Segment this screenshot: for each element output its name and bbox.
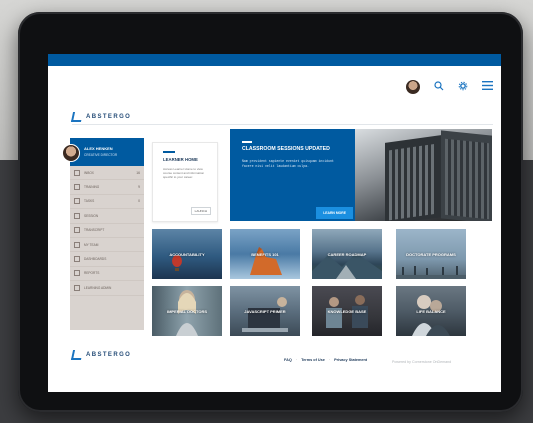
tile-label: CAREER ROADMAP <box>327 252 367 257</box>
meeting-people-image <box>326 295 368 328</box>
course-tile-career-roadmap[interactable]: CAREER ROADMAP <box>312 229 382 279</box>
sidebar-item-label: MY TEAM <box>84 242 99 247</box>
people-silhouettes-image <box>396 266 466 279</box>
footer-separator: · <box>328 358 331 362</box>
tile-label: KNOWLEDGE BASE <box>327 309 367 314</box>
top-brand-bar <box>48 54 501 66</box>
brand-logo[interactable]: ABSTERGO <box>70 112 132 122</box>
footer-brand-name: ABSTERGO <box>86 352 132 358</box>
tile-label: ACCOUNTABILITY <box>169 252 205 257</box>
sidebar-item-label: REPORTS <box>84 271 100 276</box>
sidebar-item-count: 16 <box>136 170 140 175</box>
terms-of-use-link[interactable]: Terms of Use <box>301 358 325 362</box>
sidebar-item-label: SESSION <box>84 213 99 218</box>
tile-label: DOCTORATE PROGRAMS <box>406 252 456 257</box>
tile-label: JAVASCRIPT PRIMER <box>244 309 286 314</box>
training-icon <box>74 184 80 191</box>
tile-label: BENEFITS 101 <box>251 252 279 257</box>
sidebar-item-label: TRANSCRIPT <box>84 228 105 233</box>
dashboard-icon <box>74 256 80 263</box>
admin-icon <box>74 284 80 291</box>
sidebar-item-label: DASHBOARDS <box>84 257 107 262</box>
course-tile-doctorate-programs[interactable]: DOCTORATE PROGRAMS <box>396 229 466 279</box>
footer-logo[interactable]: ABSTERGO <box>70 350 132 360</box>
hero-banner: CLASSROOM SESSIONS UPDATED Nam provident… <box>230 129 492 221</box>
faq-link[interactable]: FAQ <box>284 358 292 362</box>
sidebar-item-inbox[interactable]: INBOX 16 <box>70 166 144 181</box>
sidebar-item-learning-admin[interactable]: LEARNING ADMIN <box>70 281 144 296</box>
user-name: ALEX HENKEN <box>84 146 113 151</box>
screen: ABSTERGO ALEX HENKEN CREATIVE DIRECTOR I… <box>48 54 501 392</box>
header-divider <box>72 124 493 125</box>
sidebar-item-my-team[interactable]: MY TEAM <box>70 238 144 253</box>
accent-bar <box>242 141 252 143</box>
sidebar-item-reports[interactable]: REPORTS <box>70 267 144 282</box>
sidebar-item-count: 0 <box>138 199 140 204</box>
sidebar-item-label: TASKS <box>84 199 95 204</box>
learner-home-title: LEARNER HOME <box>163 157 198 162</box>
header-actions <box>406 76 493 98</box>
menu-icon[interactable] <box>482 81 493 93</box>
sidebar-item-training[interactable]: TRAINING 9 <box>70 180 144 195</box>
hero-building-image <box>355 129 492 221</box>
logo-mark-icon <box>70 350 84 360</box>
gear-icon[interactable] <box>458 81 468 94</box>
learner-home-description: Access Learner Home to view course conte… <box>163 167 205 180</box>
footer-separator: · <box>295 358 298 362</box>
accent-bar <box>163 151 175 153</box>
footer-links: FAQ · Terms of Use · Privacy Statement <box>284 358 367 362</box>
tablet-frame: ABSTERGO ALEX HENKEN CREATIVE DIRECTOR I… <box>18 12 523 412</box>
hero-description: Nam provident sapiente eveniet quisquam … <box>242 159 334 168</box>
user-avatar-large <box>62 144 80 162</box>
inbox-icon <box>74 169 80 176</box>
sidebar-item-count: 9 <box>138 185 140 190</box>
tile-label: LIFE BALANCE <box>416 309 446 314</box>
course-tile-imperial-doctors[interactable]: IMPERIAL DOCTORS <box>152 286 222 336</box>
privacy-statement-link[interactable]: Privacy Statement <box>334 358 367 362</box>
hero-panel: CLASSROOM SESSIONS UPDATED Nam provident… <box>230 129 355 221</box>
fox-image <box>250 247 282 275</box>
launch-button[interactable]: LAUNCH <box>190 207 211 215</box>
search-icon[interactable] <box>434 80 444 94</box>
sidebar-item-dashboards[interactable]: DASHBOARDS <box>70 252 144 267</box>
tasks-icon <box>74 198 80 205</box>
balloon-icon <box>172 255 182 271</box>
sidebar-item-label: LEARNING ADMIN <box>84 285 112 290</box>
tile-label: IMPERIAL DOCTORS <box>166 309 208 314</box>
logo-mark-icon <box>70 112 84 122</box>
laptop-workspace-image <box>242 297 288 332</box>
user-title: CREATIVE DIRECTOR <box>84 153 118 157</box>
sidebar-item-transcript[interactable]: TRANSCRIPT <box>70 224 144 238</box>
course-tile-accountability[interactable]: ACCOUNTABILITY <box>152 229 222 279</box>
powered-by-text: Powered by Cornerstone OnDemand <box>392 360 452 364</box>
brand-name: ABSTERGO <box>86 114 132 120</box>
course-tile-benefits-101[interactable]: BENEFITS 101 <box>230 229 300 279</box>
course-tile-javascript-primer[interactable]: JAVASCRIPT PRIMER <box>230 286 300 336</box>
team-icon <box>74 241 80 248</box>
course-tile-life-balance[interactable]: LIFE BALANCE <box>396 286 466 336</box>
transcript-icon <box>74 227 80 234</box>
hero-title: CLASSROOM SESSIONS UPDATED <box>242 146 330 152</box>
sidebar-item-label: INBOX <box>84 170 94 175</box>
course-tile-knowledge-base[interactable]: KNOWLEDGE BASE <box>312 286 382 336</box>
sidebar-item-tasks[interactable]: TASKS 0 <box>70 195 144 210</box>
calendar-icon <box>74 212 80 219</box>
sidebar-item-session[interactable]: SESSION <box>70 209 144 224</box>
reports-icon <box>74 270 80 277</box>
learner-home-card[interactable]: LEARNER HOME Access Learner Home to view… <box>152 142 218 222</box>
sidebar-item-label: TRAINING <box>84 185 100 190</box>
user-card[interactable]: ALEX HENKEN CREATIVE DIRECTOR <box>62 138 144 166</box>
learn-more-button[interactable]: LEARN MORE <box>316 207 353 219</box>
user-avatar[interactable] <box>406 80 420 94</box>
sidebar: ALEX HENKEN CREATIVE DIRECTOR INBOX 16 T… <box>62 138 144 330</box>
